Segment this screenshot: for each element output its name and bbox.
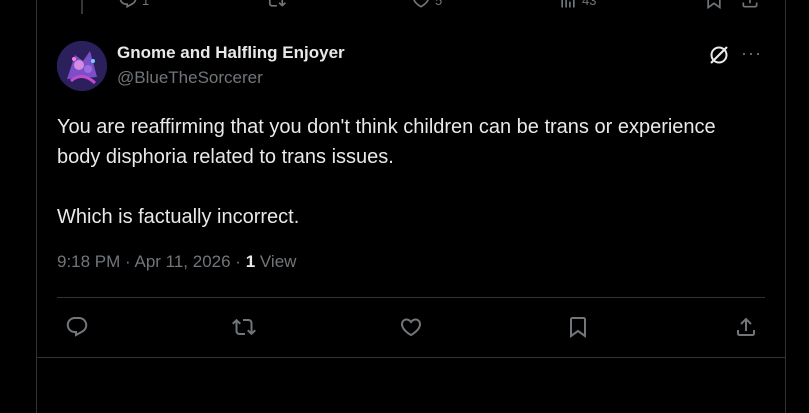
more-icon[interactable]: ··· <box>741 44 763 62</box>
prev-bookmark-button[interactable] <box>704 0 724 10</box>
bottom-divider <box>36 357 786 358</box>
column-border-right <box>785 0 786 413</box>
retweet-icon <box>268 0 286 7</box>
view-label: View <box>255 252 297 271</box>
prev-like-button[interactable]: 5 <box>411 0 442 10</box>
retweet-icon <box>232 318 256 336</box>
bookmark-icon <box>570 317 586 338</box>
tweet-timestamp[interactable]: 9:18 PM · Apr 11, 2026 · <box>57 252 246 271</box>
grok-icon[interactable] <box>707 43 731 67</box>
reply-icon <box>66 317 88 337</box>
prev-reply-button[interactable]: 1 <box>118 0 149 10</box>
tweet-text: You are reaffirming that you don't think… <box>57 112 757 232</box>
avatar[interactable] <box>57 41 107 91</box>
view-count: 1 <box>245 252 256 271</box>
tweet-paragraph-2: Which is factually incorrect. <box>57 206 300 228</box>
like-icon <box>413 0 429 8</box>
prev-like-count: 5 <box>435 0 443 8</box>
bookmark-icon <box>707 0 721 10</box>
tweet-meta: 9:18 PM · Apr 11, 2026 · 1 View <box>57 252 296 272</box>
prev-views-count: 43 <box>582 0 597 8</box>
share-button[interactable] <box>733 314 759 340</box>
prev-share-button[interactable] <box>740 0 760 10</box>
prev-reply-count: 1 <box>142 0 150 8</box>
reply-icon <box>119 0 137 9</box>
views-icon <box>561 0 575 8</box>
bookmark-button[interactable] <box>565 314 591 340</box>
like-icon <box>400 318 422 337</box>
share-icon <box>737 317 755 336</box>
prev-retweet-button[interactable] <box>266 0 286 10</box>
author-handle[interactable]: @BlueTheSorcerer <box>117 68 263 88</box>
prev-views-button[interactable]: 43 <box>558 0 596 10</box>
previous-tweet-actions: 1 5 43 <box>0 0 809 12</box>
author-display-name[interactable]: Gnome and Halfling Enjoyer <box>117 43 345 63</box>
retweet-button[interactable] <box>231 314 257 340</box>
share-icon <box>742 0 758 8</box>
avatar-image <box>57 41 107 91</box>
tweet-paragraph-1: You are reaffirming that you don't think… <box>57 116 716 168</box>
divider <box>57 297 765 298</box>
like-button[interactable] <box>398 314 424 340</box>
reply-button[interactable] <box>64 314 90 340</box>
column-border-left <box>36 0 37 413</box>
